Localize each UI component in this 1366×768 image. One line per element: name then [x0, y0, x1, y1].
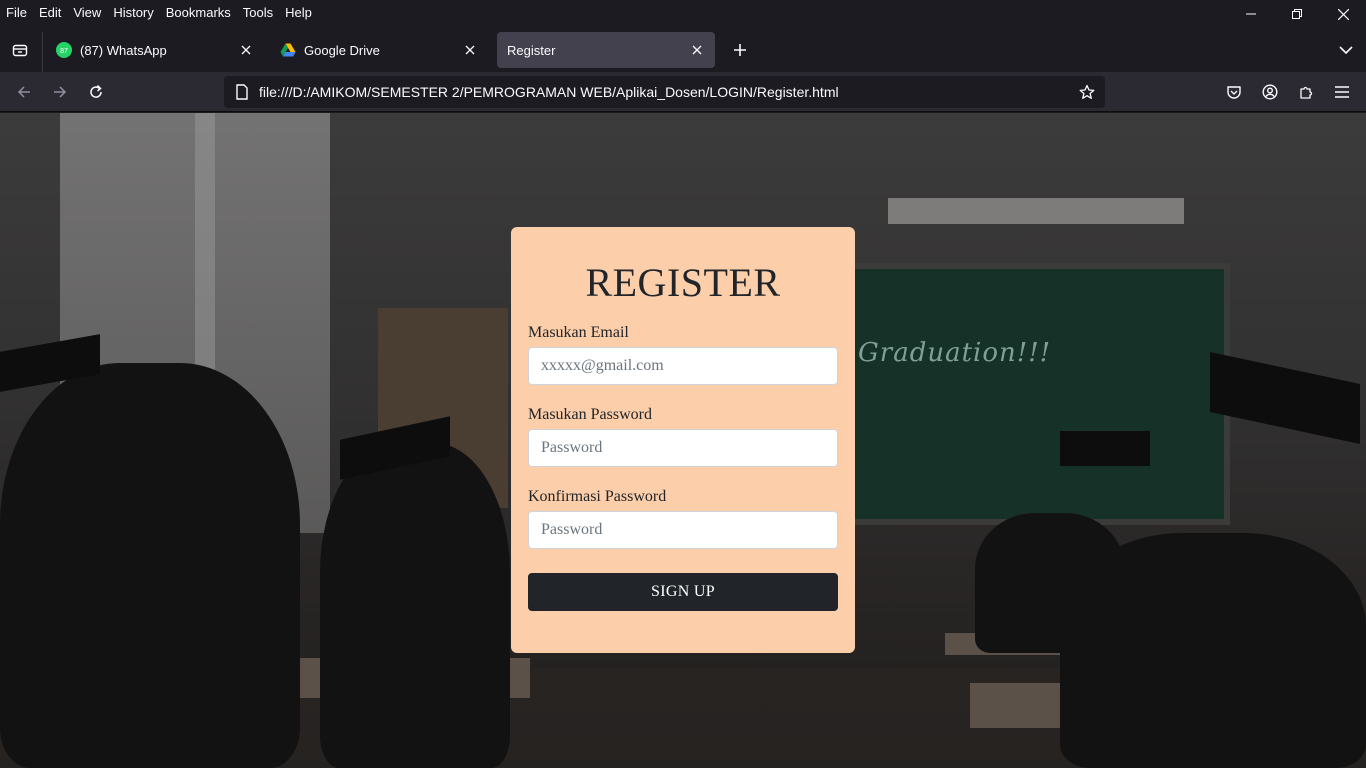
back-button[interactable]: [8, 76, 40, 108]
pocket-icon: [1227, 86, 1241, 99]
chalkboard-text: Graduation!!!: [858, 338, 1052, 368]
tab-whatsapp[interactable]: 87 (87) WhatsApp: [46, 32, 264, 68]
sign-up-button[interactable]: SIGN UP: [528, 573, 838, 611]
new-tab-button[interactable]: [724, 38, 756, 62]
ceiling-lamp: [888, 198, 1184, 224]
firefox-view-icon: [12, 44, 28, 57]
tab-close-button[interactable]: [238, 42, 254, 58]
window-controls: [1228, 0, 1366, 28]
tab-close-button[interactable]: [689, 42, 705, 58]
url-text[interactable]: file:///D:/AMIKOM/SEMESTER 2/PEMROGRAMAN…: [259, 84, 1071, 100]
minimize-button[interactable]: [1228, 0, 1274, 28]
whatsapp-badge: 87: [60, 48, 68, 55]
student-graduate: [0, 363, 300, 768]
close-icon: [465, 45, 475, 55]
account-button[interactable]: [1254, 76, 1286, 108]
password-input[interactable]: [528, 429, 838, 467]
tab-title: Google Drive: [304, 42, 380, 58]
register-card: REGISTER Masukan Email Masukan Password …: [511, 227, 855, 653]
close-icon: [241, 45, 251, 55]
confirm-password-label: Konfirmasi Password: [528, 488, 667, 505]
menu-edit[interactable]: Edit: [33, 5, 67, 20]
tab-close-button[interactable]: [462, 42, 478, 58]
plus-icon: [734, 44, 746, 56]
reload-icon: [90, 84, 102, 98]
confirm-password-input[interactable]: [528, 511, 838, 549]
pocket-button[interactable]: [1218, 76, 1250, 108]
hamburger-menu-icon: [1335, 86, 1349, 98]
star-icon: [1079, 84, 1095, 99]
close-icon: [1337, 8, 1349, 20]
menu-history[interactable]: History: [107, 5, 159, 20]
extensions-button[interactable]: [1290, 76, 1322, 108]
arrow-right-icon: [54, 86, 67, 98]
menu-view[interactable]: View: [67, 5, 107, 20]
graduation-cap: [1210, 352, 1360, 444]
email-input[interactable]: [528, 347, 838, 385]
chevron-down-icon: [1339, 46, 1353, 54]
forward-button[interactable]: [44, 76, 76, 108]
menu-tools[interactable]: Tools: [237, 5, 279, 20]
tab-title: Register: [507, 42, 556, 58]
list-all-tabs-button[interactable]: [1332, 38, 1360, 62]
tab-register[interactable]: Register: [497, 32, 715, 68]
graduation-cap: [1060, 431, 1150, 466]
google-drive-icon: [280, 43, 296, 57]
tab-google-drive[interactable]: Google Drive: [270, 32, 488, 68]
firefox-view-button[interactable]: [4, 34, 36, 66]
register-title: REGISTER: [585, 260, 781, 305]
puzzle-icon: [1300, 86, 1313, 99]
student-graduate: [320, 443, 510, 768]
student-graduate: [975, 513, 1125, 653]
minimize-icon: [1246, 13, 1256, 15]
close-icon: [692, 45, 702, 55]
account-icon: [1262, 84, 1278, 100]
url-bar[interactable]: file:///D:/AMIKOM/SEMESTER 2/PEMROGRAMAN…: [224, 76, 1105, 108]
app-menu-button[interactable]: [1326, 76, 1358, 108]
menu-file[interactable]: File: [0, 5, 33, 20]
bookmark-star-button[interactable]: [1071, 76, 1103, 108]
tab-title: (87) WhatsApp: [80, 42, 167, 58]
close-window-button[interactable]: [1320, 0, 1366, 28]
whatsapp-icon: 87: [56, 42, 72, 58]
navigation-toolbar: file:///D:/AMIKOM/SEMESTER 2/PEMROGRAMAN…: [0, 72, 1366, 112]
restore-icon: [1292, 9, 1302, 19]
menu-bar: File Edit View History Bookmarks Tools H…: [0, 0, 1366, 24]
tab-strip: 87 (87) WhatsApp Google Drive Register: [0, 28, 1366, 72]
reload-button[interactable]: [80, 76, 112, 108]
arrow-left-icon: [17, 86, 30, 98]
chalkboard: [845, 263, 1230, 525]
page-content: Graduation!!! REGISTER Masukan Email Mas…: [0, 113, 1366, 768]
menu-help[interactable]: Help: [279, 5, 318, 20]
restore-button[interactable]: [1274, 0, 1320, 28]
email-label: Masukan Email: [528, 324, 629, 341]
password-label: Masukan Password: [528, 406, 652, 423]
tab-separator: [42, 32, 43, 72]
menu-bookmarks[interactable]: Bookmarks: [160, 5, 237, 20]
page-icon: [226, 84, 258, 100]
